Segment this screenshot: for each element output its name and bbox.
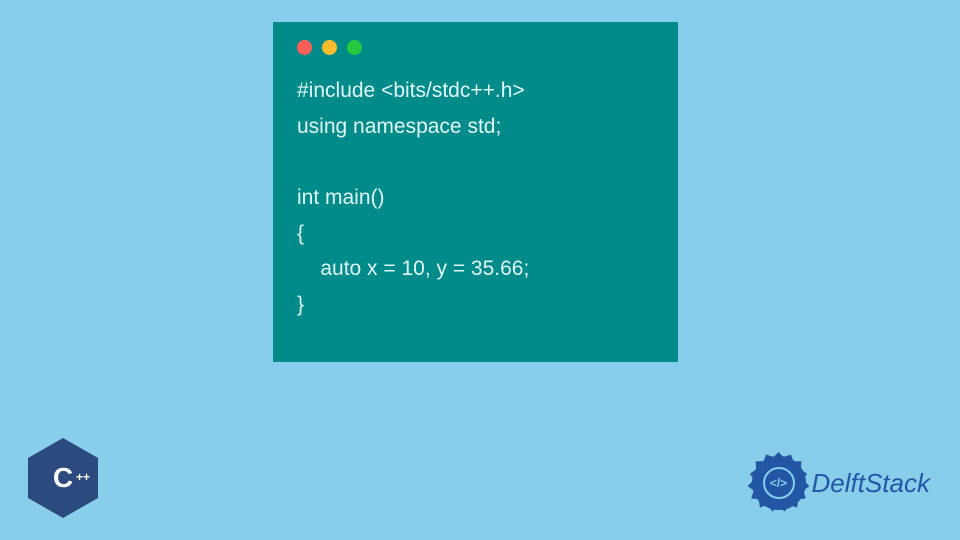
code-window: #include <bits/stdc++.h> using namespace… bbox=[273, 22, 678, 362]
close-icon bbox=[297, 40, 312, 55]
brand-icon: </> bbox=[752, 456, 806, 510]
maximize-icon bbox=[347, 40, 362, 55]
cpp-logo-letter: C bbox=[53, 462, 73, 494]
brand-watermark: </> DelftStack bbox=[752, 456, 931, 510]
code-block: #include <bits/stdc++.h> using namespace… bbox=[297, 73, 654, 323]
cpp-logo-plus: ++ bbox=[76, 470, 90, 484]
cpp-logo: C ++ bbox=[28, 438, 98, 518]
brand-name: DelftStack bbox=[812, 468, 931, 499]
window-traffic-lights bbox=[297, 40, 654, 55]
minimize-icon bbox=[322, 40, 337, 55]
brand-icon-glyph: </> bbox=[763, 467, 795, 499]
